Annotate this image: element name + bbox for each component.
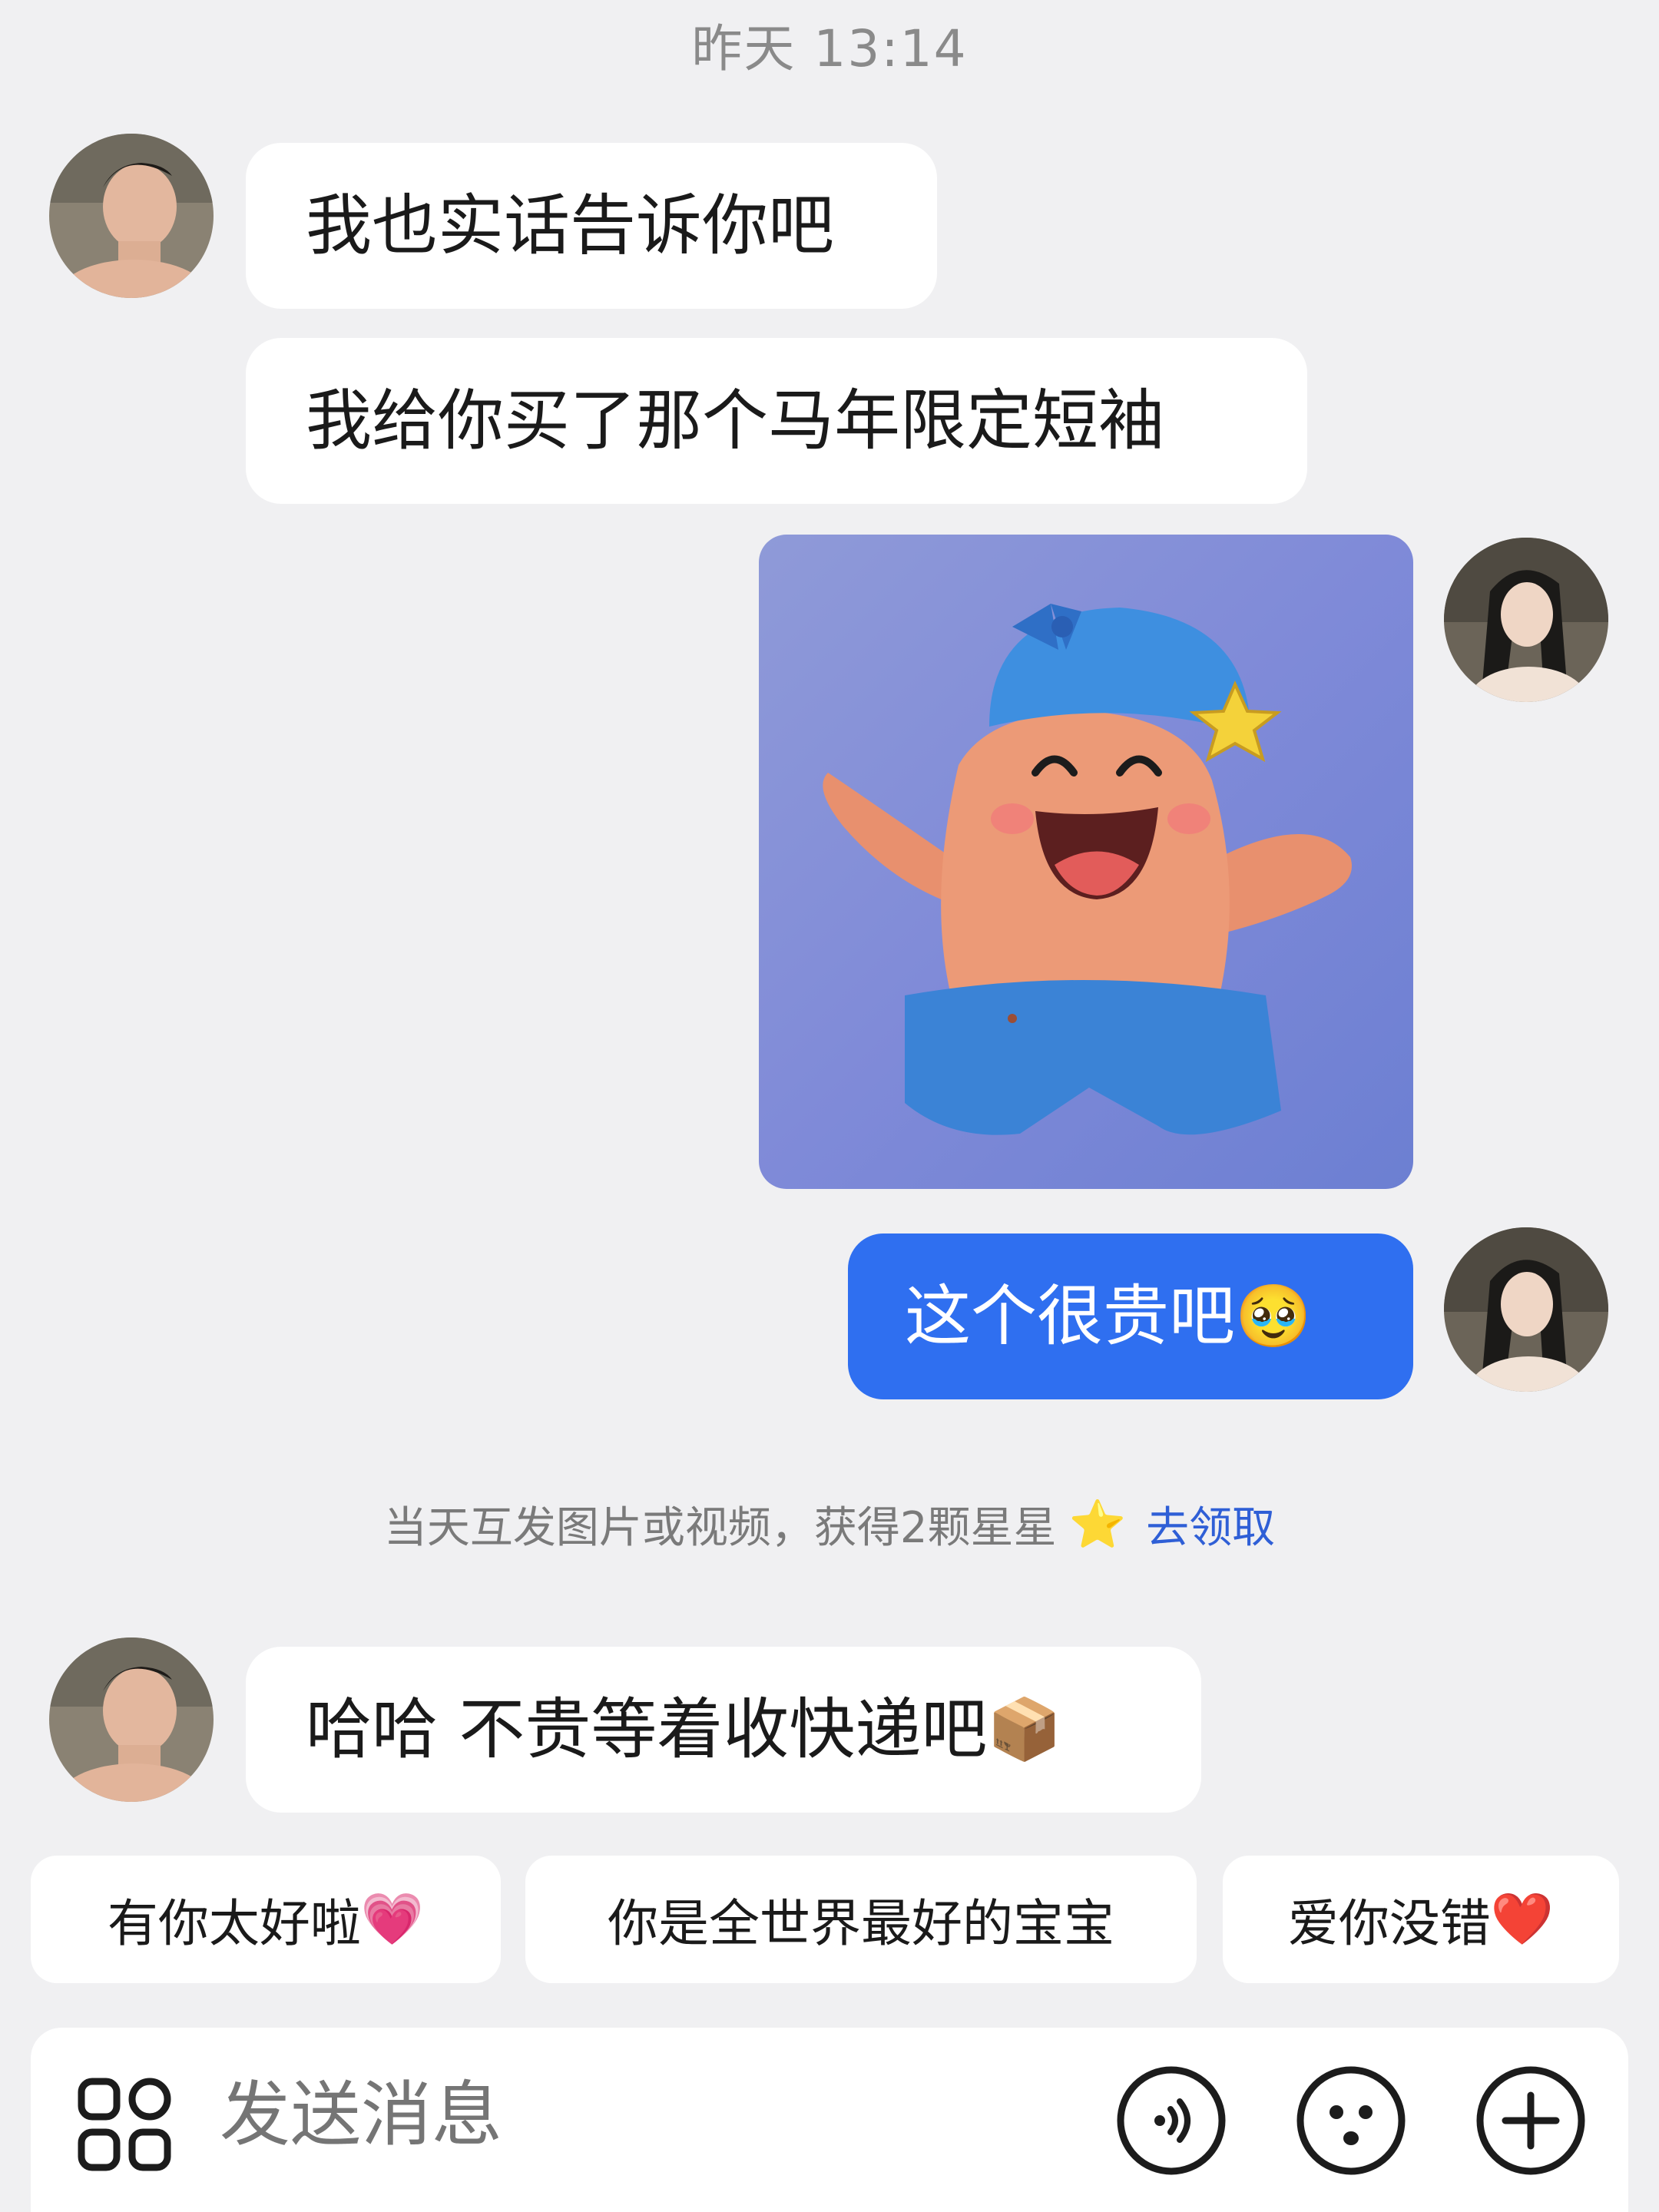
quick-reply-chip[interactable]: 你是全世界最好的宝宝 (525, 1856, 1197, 1983)
heart-emoji-icon: 💗 (360, 1889, 425, 1949)
pleading-face-emoji-icon: 🥹 (1235, 1280, 1312, 1352)
message-bubble-received[interactable]: 哈哈 不贵等着收快递吧 📦 (246, 1647, 1201, 1813)
red-heart-emoji-icon: ❤️ (1490, 1889, 1555, 1949)
notice-text: 当天互发图片或视频，获得2颗星星 (383, 1503, 1057, 1553)
message-timestamp: 昨天 13:14 (691, 19, 968, 78)
message-input[interactable] (220, 2074, 1065, 2156)
quick-reply-chip[interactable]: 爱你没错 ❤️ (1223, 1856, 1619, 1983)
contact-avatar[interactable] (49, 134, 214, 298)
reward-notice: 当天互发图片或视频，获得2颗星星 ⭐ 去领取 (0, 1493, 1659, 1555)
quick-reply-text: 爱你没错 (1287, 1894, 1491, 1953)
message-bubble-received[interactable]: 我也实话告诉你吧 (246, 143, 937, 309)
message-text: 哈哈 不贵等着收快递吧 (306, 1691, 988, 1768)
plus-icon[interactable] (1475, 2065, 1587, 2177)
package-emoji-icon: 📦 (987, 1695, 1062, 1764)
claim-link[interactable]: 去领取 (1146, 1493, 1275, 1555)
my-avatar[interactable] (1444, 538, 1608, 702)
message-text: 我也实话告诉你吧 (306, 187, 834, 264)
message-text: 这个很贵吧 (905, 1278, 1235, 1355)
apps-grid-icon[interactable] (77, 2077, 172, 2172)
star-icon: ⭐ (1068, 1498, 1127, 1551)
message-bubble-sent[interactable]: 这个很贵吧 🥹 (848, 1233, 1413, 1399)
quick-reply-text: 有你太好啦 (107, 1894, 361, 1953)
emoji-face-icon[interactable] (1295, 2065, 1407, 2177)
message-text: 我给你买了那个马年限定短袖 (306, 382, 1164, 459)
contact-avatar[interactable] (49, 1637, 214, 1802)
message-bubble-received[interactable]: 我给你买了那个马年限定短袖 (246, 338, 1307, 504)
my-avatar[interactable] (1444, 1227, 1608, 1392)
quick-reply-text: 你是全世界最好的宝宝 (608, 1894, 1114, 1953)
quick-reply-chip[interactable]: 有你太好啦 💗 (31, 1856, 501, 1983)
voice-icon[interactable] (1115, 2065, 1227, 2177)
sticker-image[interactable] (759, 535, 1413, 1189)
